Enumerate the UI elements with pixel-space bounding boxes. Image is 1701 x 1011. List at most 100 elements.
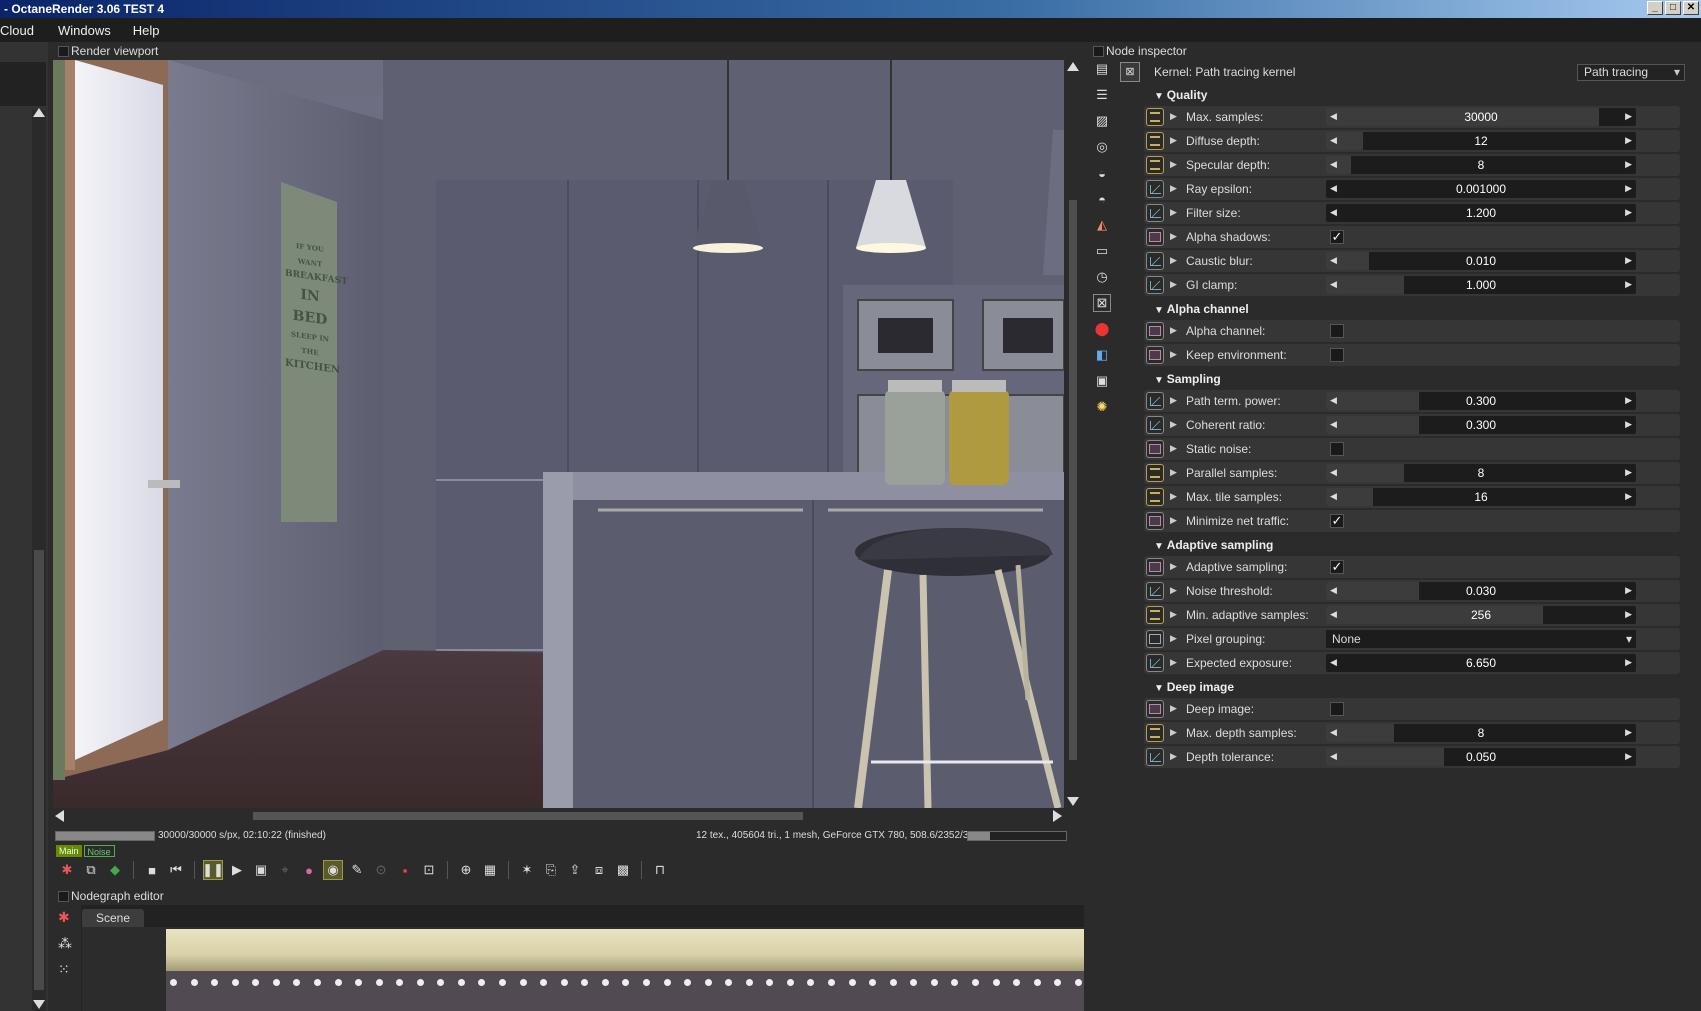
imager-icon[interactable]: ◓ <box>1093 190 1111 208</box>
node-pin[interactable] <box>416 979 424 986</box>
increment-arrow-icon[interactable]: ▶ <box>1625 159 1632 170</box>
zoom-icon[interactable]: ⊕ <box>456 860 476 880</box>
increment-arrow-icon[interactable]: ▶ <box>1625 657 1632 668</box>
render-target-icon[interactable]: ✱ <box>58 909 70 926</box>
expand-arrow-icon[interactable]: ▶ <box>1170 491 1177 502</box>
node-pin[interactable] <box>1054 979 1062 986</box>
bool-node-icon[interactable] <box>1146 228 1164 246</box>
expand-arrow-icon[interactable]: ▶ <box>1170 751 1177 762</box>
layers-icon[interactable]: ▤ <box>1093 60 1111 78</box>
node-pin[interactable] <box>951 979 959 986</box>
parameter-slider[interactable]: ◀ 12 ▶ <box>1326 132 1636 150</box>
expand-arrow-icon[interactable]: ▶ <box>1170 255 1177 266</box>
left-scrollbar[interactable] <box>32 108 46 1011</box>
node-pin[interactable] <box>910 979 918 986</box>
node-pin[interactable] <box>190 979 198 986</box>
int-node-icon[interactable] <box>1146 606 1164 624</box>
expand-arrow-icon[interactable]: ▶ <box>1170 231 1177 242</box>
increment-arrow-icon[interactable]: ▶ <box>1625 491 1632 502</box>
expand-arrow-icon[interactable]: ▶ <box>1170 585 1177 596</box>
parameter-checkbox[interactable] <box>1330 702 1344 716</box>
clock-icon[interactable]: ◷ <box>1093 268 1111 286</box>
menu-help[interactable]: Help <box>133 23 174 38</box>
bool-node-icon[interactable] <box>1146 558 1164 576</box>
parameter-slider[interactable]: ◀ 0.300 ▶ <box>1326 392 1636 410</box>
copy-icon[interactable]: ⎘ <box>541 860 561 880</box>
render-settings-icon[interactable]: ✱ <box>57 860 77 880</box>
expand-arrow-icon[interactable]: ▶ <box>1170 325 1177 336</box>
geometry-icon[interactable]: ◧ <box>1093 346 1111 364</box>
float-node-icon[interactable] <box>1146 416 1164 434</box>
lock-icon[interactable]: ⊓ <box>650 860 670 880</box>
image-icon[interactable]: ▨ <box>1093 112 1111 130</box>
node-pin[interactable] <box>766 979 774 986</box>
node-pin[interactable] <box>992 979 1000 986</box>
increment-arrow-icon[interactable]: ▶ <box>1625 183 1632 194</box>
clipboard-icon[interactable]: ⧈ <box>589 860 609 880</box>
expand-arrow-icon[interactable]: ▶ <box>1170 561 1177 572</box>
expand-arrow-icon[interactable]: ▶ <box>1170 515 1177 526</box>
node-pin[interactable] <box>663 979 671 986</box>
expand-arrow-icon[interactable]: ▶ <box>1170 703 1177 714</box>
increment-arrow-icon[interactable]: ▶ <box>1625 585 1632 596</box>
pass-noise[interactable]: Noise <box>83 845 115 857</box>
environment-icon[interactable]: ◒ <box>1093 164 1111 182</box>
section-header[interactable]: Deep image <box>1154 678 1234 696</box>
increment-arrow-icon[interactable]: ▶ <box>1625 419 1632 430</box>
float-node-icon[interactable] <box>1146 654 1164 672</box>
grid-icon[interactable]: ▦ <box>480 860 500 880</box>
scroll-right-icon[interactable] <box>1053 810 1062 822</box>
node-pin[interactable] <box>313 979 321 986</box>
parameter-slider[interactable]: ◀ 0.010 ▶ <box>1326 252 1636 270</box>
viewport-horizontal-scrollbar[interactable] <box>53 808 1064 824</box>
node-pin[interactable] <box>725 979 733 986</box>
material-icon[interactable]: ⬤ <box>1093 320 1111 338</box>
node-pin[interactable] <box>499 979 506 986</box>
node-pin[interactable] <box>540 979 548 986</box>
cube-icon[interactable]: ◆ <box>105 860 125 880</box>
float-node-icon[interactable] <box>1146 276 1164 294</box>
parameter-checkbox[interactable] <box>1330 324 1344 338</box>
node-pin[interactable] <box>807 979 815 986</box>
float-node-icon[interactable] <box>1146 582 1164 600</box>
film-icon[interactable]: ▭ <box>1093 242 1111 260</box>
region-render-icon[interactable]: ▪ <box>395 860 415 880</box>
expand-arrow-icon[interactable]: ▶ <box>1170 111 1177 122</box>
bool-node-icon[interactable] <box>1146 322 1164 340</box>
int-node-icon[interactable] <box>1146 724 1164 742</box>
bool-node-icon[interactable] <box>1146 346 1164 364</box>
stop-icon[interactable]: ■ <box>142 860 162 880</box>
float-node-icon[interactable] <box>1146 252 1164 270</box>
light-icon[interactable]: ✺ <box>1093 398 1111 416</box>
node-pin[interactable] <box>211 979 219 986</box>
play-icon[interactable]: ▶ <box>227 860 247 880</box>
parameter-checkbox[interactable]: ✓ <box>1330 514 1344 528</box>
parameter-slider[interactable]: ◀ 0.001000 ▶ <box>1326 180 1636 198</box>
increment-arrow-icon[interactable]: ▶ <box>1625 111 1632 122</box>
pass-main[interactable]: Main <box>56 845 82 857</box>
int-node-icon[interactable] <box>1146 464 1164 482</box>
section-header[interactable]: Quality <box>1154 86 1208 104</box>
node-pin[interactable] <box>971 979 979 986</box>
parameter-slider[interactable]: ◀ 0.300 ▶ <box>1326 416 1636 434</box>
increment-arrow-icon[interactable]: ▶ <box>1625 395 1632 406</box>
node-pin[interactable] <box>375 979 383 986</box>
node-pin[interactable] <box>437 979 445 986</box>
parameter-slider[interactable]: ◀ 8 ▶ <box>1326 724 1636 742</box>
render-viewport[interactable]: IF YOU WANT BREAKFAST IN BED SLEEP IN TH… <box>53 60 1064 808</box>
float-node-icon[interactable] <box>1146 392 1164 410</box>
enum-node-icon[interactable] <box>1146 630 1164 648</box>
node-pin[interactable] <box>334 979 342 986</box>
expand-arrow-icon[interactable]: ▶ <box>1170 395 1177 406</box>
region-icon[interactable]: ⧉ <box>81 860 101 880</box>
node-pin[interactable] <box>828 979 835 986</box>
node-pin[interactable] <box>869 979 877 986</box>
nodegraph-canvas[interactable] <box>82 927 1084 1011</box>
parameter-slider[interactable]: ◀ 8 ▶ <box>1326 156 1636 174</box>
expand-arrow-icon[interactable]: ▶ <box>1170 207 1177 218</box>
increment-arrow-icon[interactable]: ▶ <box>1625 279 1632 290</box>
expand-arrow-icon[interactable]: ▶ <box>1170 633 1177 644</box>
node-pin[interactable] <box>786 979 794 986</box>
close-button[interactable]: ✕ <box>1683 1 1699 15</box>
parameter-slider[interactable]: ◀ 0.030 ▶ <box>1326 582 1636 600</box>
